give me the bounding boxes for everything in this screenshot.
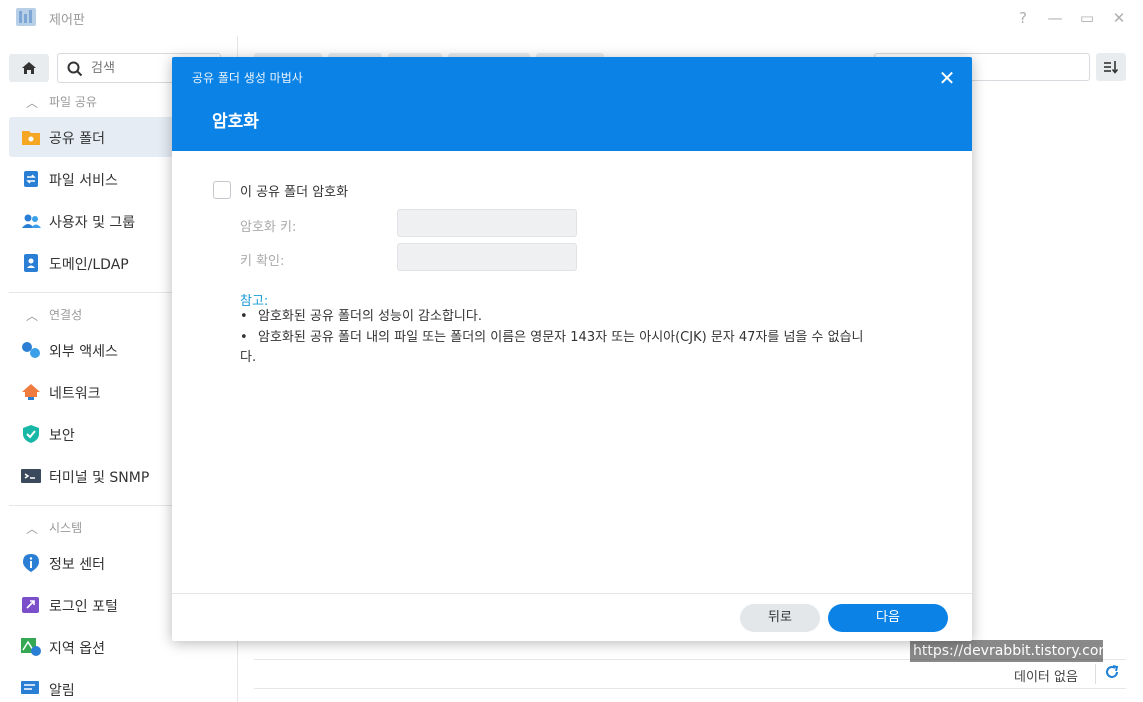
- sidebar-item-notification[interactable]: 알림: [9, 669, 238, 702]
- note-item: • 암호화된 공유 폴더의 성능이 감소합니다.: [240, 307, 482, 327]
- chevron-up-icon: ︿: [26, 522, 39, 536]
- refresh-icon[interactable]: [1104, 664, 1120, 684]
- home-icon: [22, 62, 36, 74]
- note-item-continuation: 다.: [240, 350, 257, 365]
- network-icon: [21, 383, 41, 401]
- search-icon: [67, 61, 83, 77]
- home-button[interactable]: [9, 54, 49, 82]
- chevron-up-icon: ︿: [26, 309, 39, 323]
- no-data-label: 데이터 없음: [1014, 670, 1078, 685]
- dialog-footer-divider: [172, 593, 972, 594]
- file-services-icon: [21, 170, 41, 188]
- table-divider: [254, 688, 1126, 689]
- create-shared-folder-wizard: 공유 폴더 생성 마법사 ✕ 암호화 이 공유 폴더 암호화 암호화 키: 키 …: [172, 57, 972, 641]
- window-title: 제어판: [49, 13, 85, 28]
- encrypt-checkbox-label: 이 공유 폴더 암호화: [240, 184, 349, 200]
- bullet: •: [240, 330, 248, 345]
- regional-options-icon: [21, 638, 41, 656]
- wizard-title: 공유 폴더 생성 마법사: [192, 71, 303, 85]
- dialog-header: 공유 폴더 생성 마법사 ✕ 암호화: [172, 57, 972, 151]
- separator: [1095, 664, 1096, 684]
- external-access-icon: [21, 341, 41, 359]
- bullet: •: [240, 309, 248, 324]
- folder-share-icon: [21, 128, 41, 146]
- domain-ldap-icon: [21, 254, 41, 272]
- users-group-icon: [21, 212, 41, 230]
- next-button[interactable]: 다음: [828, 604, 948, 632]
- window-titlebar: 제어판 ? — ▭ ✕: [0, 0, 1143, 36]
- encryption-key-input[interactable]: [397, 209, 577, 237]
- step-title: 암호화: [212, 112, 259, 132]
- encrypt-checkbox-row[interactable]: 이 공유 폴더 암호화: [213, 180, 348, 200]
- maximize-button[interactable]: ▭: [1076, 7, 1098, 29]
- minimize-button[interactable]: —: [1044, 7, 1066, 29]
- close-window-button[interactable]: ✕: [1108, 7, 1130, 29]
- chevron-up-icon: ︿: [26, 96, 39, 110]
- note-item: • 암호화된 공유 폴더 내의 파일 또는 폴더의 이름은 영문자 143자 또는…: [240, 328, 864, 348]
- encrypt-checkbox[interactable]: [213, 181, 231, 199]
- shield-icon: [21, 425, 41, 443]
- confirm-key-input[interactable]: [397, 243, 577, 271]
- sort-icon: [1104, 61, 1119, 74]
- back-button[interactable]: 뒤로: [740, 604, 820, 632]
- sort-button[interactable]: [1096, 53, 1126, 81]
- control-panel-app-icon: [14, 6, 38, 28]
- help-icon[interactable]: ?: [1012, 7, 1034, 29]
- watermark-text: https://devrabbit.tistory.com: [910, 640, 1112, 662]
- confirm-key-label: 키 확인:: [240, 254, 285, 269]
- notification-icon: [21, 680, 41, 698]
- info-center-icon: [21, 554, 41, 572]
- terminal-icon: [21, 467, 41, 485]
- dialog-close-button[interactable]: ✕: [934, 65, 960, 91]
- login-portal-icon: [21, 596, 41, 614]
- encryption-key-label: 암호화 키:: [240, 220, 297, 235]
